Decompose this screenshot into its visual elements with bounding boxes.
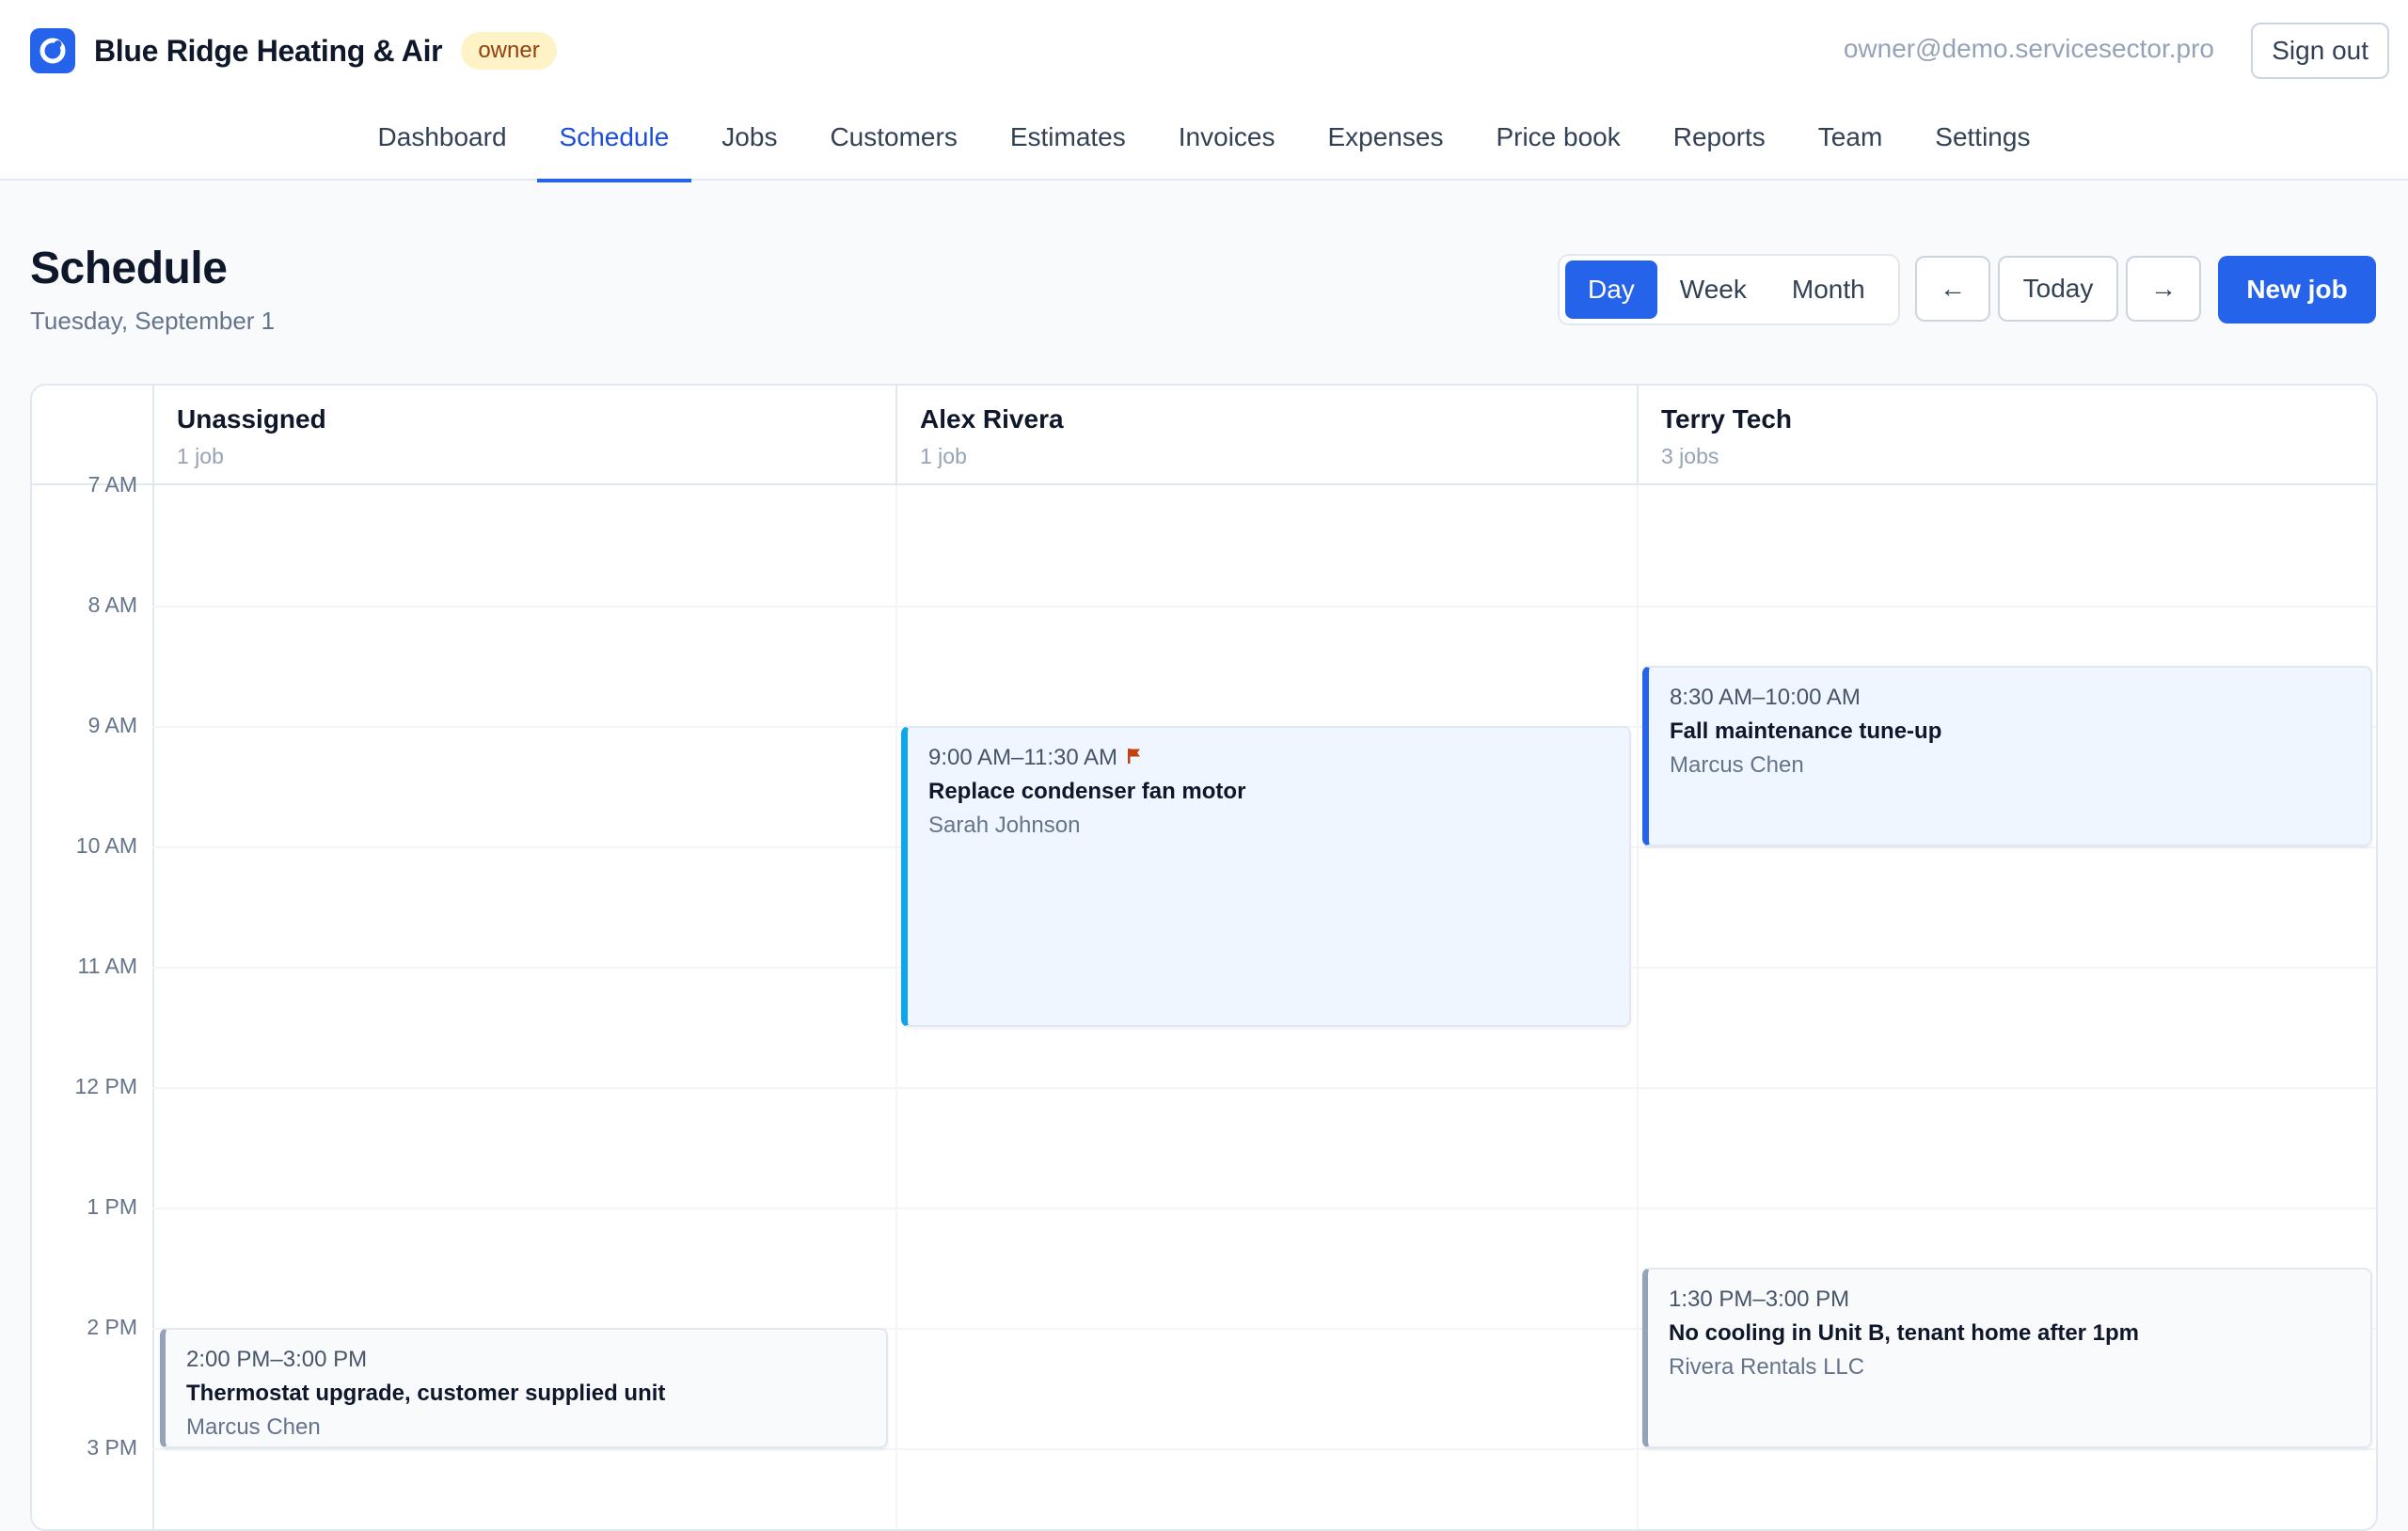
job-event[interactable]: 1:30 PM–3:00 PM No cooling in Unit B, te… (1642, 1268, 2372, 1448)
hour-label: 12 PM (74, 1074, 137, 1098)
column-job-count: 3 jobs (1661, 444, 1719, 468)
day-calendar: Unassigned 1 job Alex Rivera 1 job Terry… (30, 384, 2378, 1531)
nav-reports[interactable]: Reports (1651, 105, 1788, 181)
user-email: owner@demo.servicesector.pro (1843, 34, 2214, 63)
hour-label: 9 AM (87, 713, 137, 737)
nav-schedule[interactable]: Schedule (536, 105, 692, 182)
time-gutter-divider (152, 386, 154, 1529)
event-time: 9:00 AM–11:30 AM (928, 745, 1118, 770)
column-name: Unassigned (177, 404, 326, 434)
brand: Blue Ridge Heating & Air owner (30, 26, 557, 75)
event-customer: Rivera Rentals LLC (1669, 1354, 1865, 1380)
event-time: 1:30 PM–3:00 PM (1669, 1286, 1850, 1312)
hour-label: 10 AM (75, 833, 137, 858)
view-week-button[interactable]: Week (1657, 260, 1769, 319)
nav-settings[interactable]: Settings (1912, 105, 2052, 181)
event-customer: Marcus Chen (1670, 752, 1804, 778)
hour-gridline (152, 1448, 2376, 1450)
company-name: Blue Ridge Heating & Air (94, 33, 443, 68)
nav-dashboard[interactable]: Dashboard (356, 105, 530, 181)
logo-icon[interactable] (30, 28, 75, 73)
hour-label: 3 PM (87, 1435, 137, 1460)
flag-icon (1127, 745, 1142, 771)
role-badge: owner (461, 32, 557, 70)
column-divider (895, 485, 897, 1529)
job-event[interactable]: 2:00 PM–3:00 PM Thermostat upgrade, cust… (160, 1328, 888, 1448)
event-customer: Marcus Chen (186, 1414, 321, 1440)
event-title: Thermostat upgrade, customer supplied un… (186, 1381, 666, 1406)
column-header-terry-tech: Terry Tech 3 jobs (1639, 386, 2376, 485)
column-header-alex-rivera: Alex Rivera 1 job (897, 386, 1637, 485)
nav-customers[interactable]: Customers (807, 105, 979, 181)
hour-label: 11 AM (77, 954, 138, 978)
nav-expenses[interactable]: Expenses (1305, 105, 1465, 181)
nav-estimates[interactable]: Estimates (988, 105, 1149, 181)
nav-price-book[interactable]: Price book (1473, 105, 1642, 181)
column-divider (1637, 485, 1639, 1529)
view-toggle: Day Week Month (1558, 254, 1900, 325)
hour-label: 1 PM (87, 1194, 137, 1219)
hour-label: 2 PM (87, 1315, 137, 1339)
nav-invoices[interactable]: Invoices (1156, 105, 1298, 181)
hour-gridline (152, 606, 2376, 608)
event-title: No cooling in Unit B, tenant home after … (1669, 1320, 2140, 1346)
event-time: 2:00 PM–3:00 PM (186, 1347, 368, 1372)
main-nav: Dashboard Schedule Jobs Customers Estima… (0, 105, 2408, 182)
column-header-unassigned: Unassigned 1 job (154, 386, 895, 485)
column-job-count: 1 job (920, 444, 967, 468)
event-title: Fall maintenance tune-up (1670, 718, 1942, 744)
column-name: Alex Rivera (920, 404, 1064, 434)
column-name: Terry Tech (1661, 404, 1793, 434)
event-title: Replace condenser fan motor (928, 779, 1246, 804)
new-job-button[interactable]: New job (2218, 256, 2376, 324)
event-time: 8:30 AM–10:00 AM (1670, 685, 1861, 710)
hour-label: 7 AM (87, 472, 137, 497)
event-time-row: 9:00 AM–11:30 AM (928, 745, 1608, 771)
next-day-button[interactable]: → (2126, 256, 2201, 322)
column-job-count: 1 job (177, 444, 224, 468)
sign-out-button[interactable]: Sign out (2251, 23, 2389, 79)
page-date: Tuesday, September 1 (30, 307, 276, 335)
nav-team[interactable]: Team (1796, 105, 1905, 181)
prev-day-button[interactable]: ← (1915, 256, 1990, 322)
hour-label: 8 AM (87, 592, 137, 617)
job-event[interactable]: 8:30 AM–10:00 AM Fall maintenance tune-u… (1642, 666, 2372, 846)
hour-gridline (152, 1207, 2376, 1209)
today-button[interactable]: Today (1998, 256, 2118, 322)
job-event[interactable]: 9:00 AM–11:30 AM Replace condenser fan m… (901, 726, 1631, 1027)
view-month-button[interactable]: Month (1769, 260, 1888, 319)
event-customer: Sarah Johnson (928, 813, 1081, 838)
top-bar: Blue Ridge Heating & Air owner owner@dem… (0, 0, 2408, 182)
nav-jobs[interactable]: Jobs (699, 105, 800, 181)
view-day-button[interactable]: Day (1565, 260, 1657, 319)
page-title: Schedule (30, 244, 228, 293)
hour-gridline (152, 1087, 2376, 1089)
